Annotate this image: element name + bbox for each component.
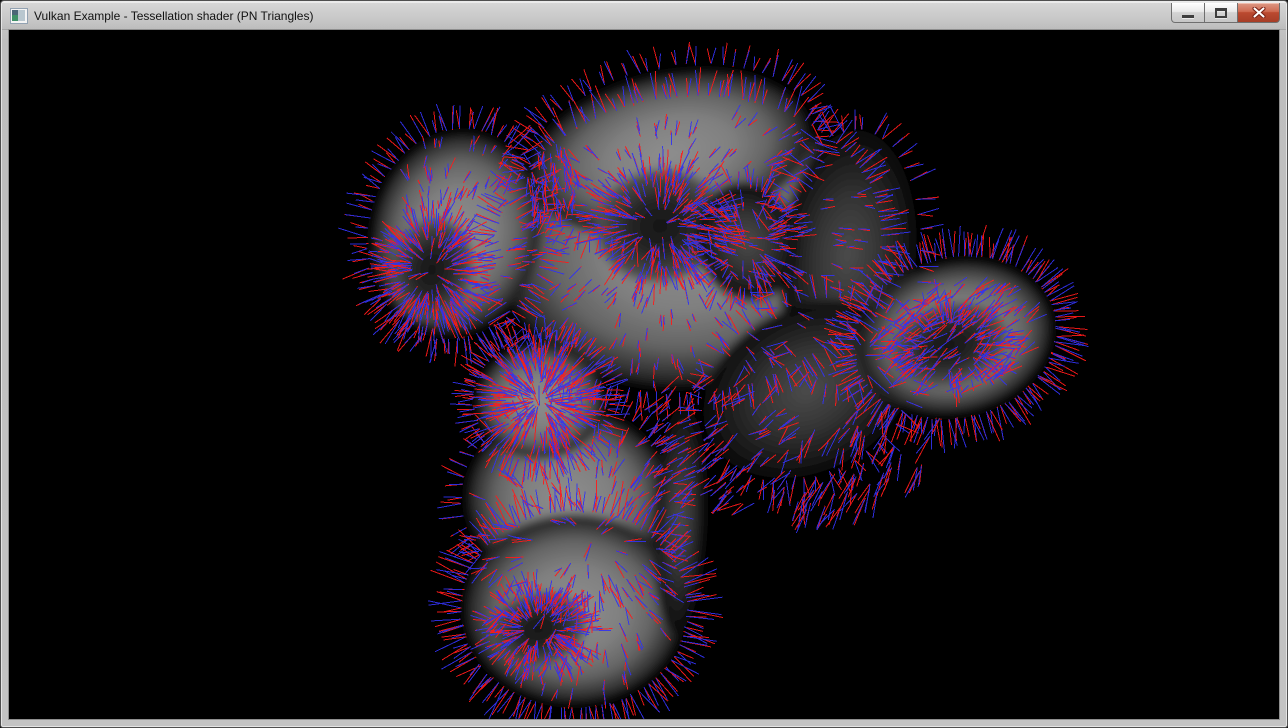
titlebar[interactable]: Vulkan Example - Tessellation shader (PN… <box>2 2 1286 30</box>
close-icon <box>1252 7 1266 18</box>
model-canvas[interactable] <box>9 30 1279 719</box>
minimize-icon <box>1182 15 1194 18</box>
application-icon[interactable] <box>10 8 28 24</box>
application-icon-fragment <box>18 10 25 21</box>
caption-buttons <box>1171 3 1280 23</box>
viewport[interactable] <box>9 30 1279 719</box>
window-title: Vulkan Example - Tessellation shader (PN… <box>34 9 313 23</box>
close-button[interactable] <box>1237 3 1280 23</box>
maximize-icon <box>1215 8 1227 18</box>
minimize-button[interactable] <box>1171 3 1205 23</box>
app-window: Vulkan Example - Tessellation shader (PN… <box>0 0 1288 728</box>
maximize-button[interactable] <box>1204 3 1238 23</box>
